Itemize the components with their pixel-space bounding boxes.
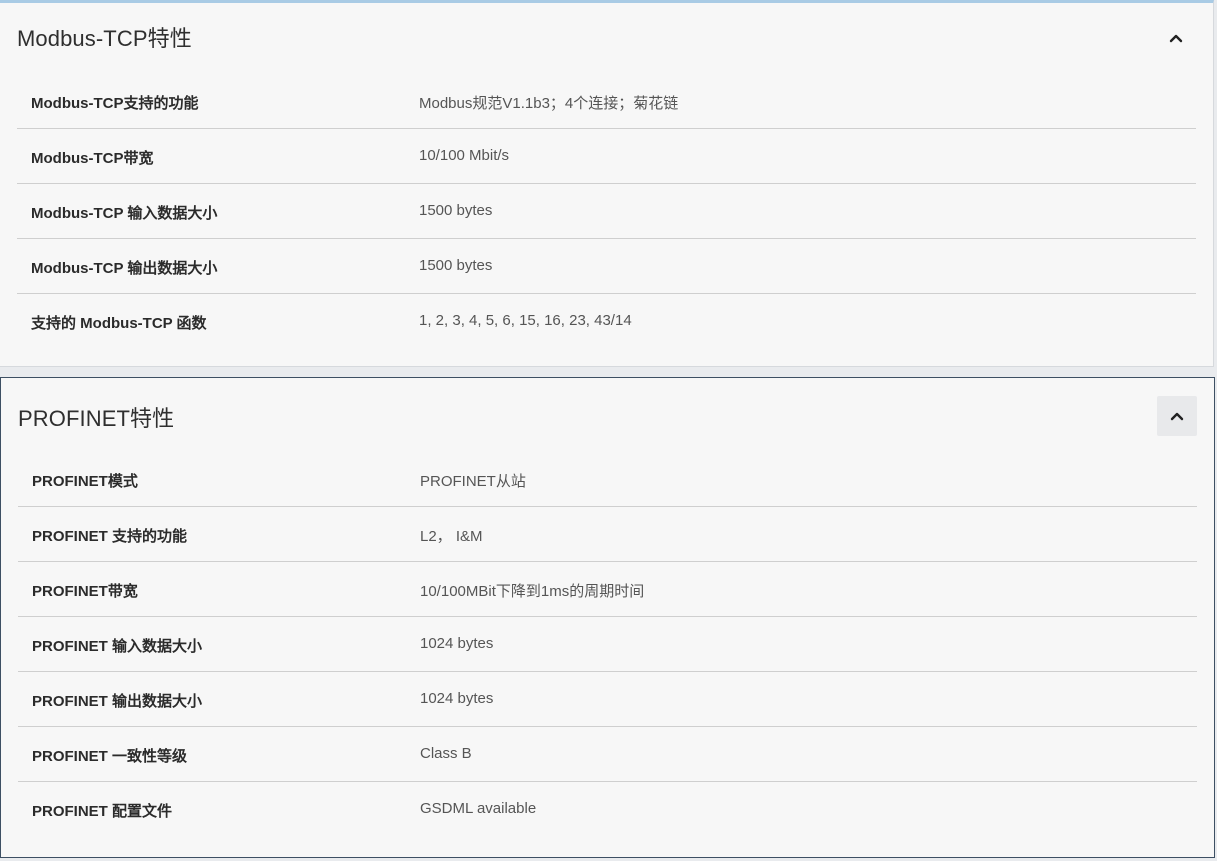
spec-label: Modbus-TCP带宽: [31, 150, 154, 167]
spec-row: PROFINET模式 PROFINET从站: [18, 452, 1197, 507]
spec-label: PROFINET模式: [32, 473, 138, 490]
spec-row: Modbus-TCP带宽 10/100 Mbit/s: [17, 129, 1196, 184]
spec-row: 支持的 Modbus-TCP 函数 1, 2, 3, 4, 5, 6, 15, …: [17, 294, 1196, 349]
spec-value: 1500 bytes: [419, 257, 493, 274]
modbus-tcp-spec-table: Modbus-TCP支持的功能 Modbus规范V1.1b3；4个连接；菊花链 …: [17, 74, 1196, 349]
profinet-panel-title: PROFINET特性: [18, 406, 175, 431]
spec-row: PROFINET 输入数据大小 1024 bytes: [18, 617, 1197, 672]
spec-row: Modbus-TCP 输入数据大小 1500 bytes: [17, 184, 1196, 239]
modbus-tcp-panel-header[interactable]: Modbus-TCP特性: [17, 3, 1213, 73]
spec-label: Modbus-TCP 输出数据大小: [31, 260, 218, 277]
spec-label: PROFINET 一致性等级: [32, 748, 188, 765]
chevron-up-icon: [1169, 33, 1183, 43]
modbus-tcp-collapse-button[interactable]: [1156, 18, 1196, 58]
spec-value: 1024 bytes: [420, 635, 494, 652]
spec-row: Modbus-TCP支持的功能 Modbus规范V1.1b3；4个连接；菊花链: [17, 74, 1196, 129]
chevron-up-icon: [1170, 411, 1184, 421]
spec-value: 1500 bytes: [419, 202, 493, 219]
spec-label: PROFINET 输出数据大小: [32, 693, 203, 710]
spec-value: 1024 bytes: [420, 690, 494, 707]
spec-row: Modbus-TCP 输出数据大小 1500 bytes: [17, 239, 1196, 294]
spec-label: 支持的 Modbus-TCP 函数: [31, 315, 207, 332]
profinet-spec-table: PROFINET模式 PROFINET从站 PROFINET 支持的功能 L2，…: [18, 452, 1197, 837]
spec-value: PROFINET从站: [420, 473, 526, 490]
profinet-panel: PROFINET特性 PROFINET模式 PROFINET从站 PROFINE…: [0, 377, 1215, 858]
modbus-tcp-panel-title: Modbus-TCP特性: [17, 26, 192, 51]
spec-row: PROFINET带宽 10/100MBit下降到1ms的周期时间: [18, 562, 1197, 617]
spec-value: 1, 2, 3, 4, 5, 6, 15, 16, 23, 43/14: [419, 312, 632, 329]
profinet-collapse-button[interactable]: [1157, 396, 1197, 436]
spec-value: GSDML available: [420, 800, 537, 817]
spec-label: Modbus-TCP 输入数据大小: [31, 205, 218, 222]
spec-value: 10/100MBit下降到1ms的周期时间: [420, 583, 645, 600]
spec-row: PROFINET 配置文件 GSDML available: [18, 782, 1197, 837]
spec-label: PROFINET 输入数据大小: [32, 638, 203, 655]
spec-row: PROFINET 一致性等级 Class B: [18, 727, 1197, 782]
spec-page: Modbus-TCP特性 Modbus-TCP支持的功能 Modbus规范V1.…: [0, 0, 1217, 861]
spec-value: Modbus规范V1.1b3；4个连接；菊花链: [419, 95, 679, 112]
spec-label: PROFINET带宽: [32, 583, 138, 600]
spec-row: PROFINET 支持的功能 L2， I&M: [18, 507, 1197, 562]
spec-label: PROFINET 配置文件: [32, 803, 173, 820]
modbus-tcp-panel: Modbus-TCP特性 Modbus-TCP支持的功能 Modbus规范V1.…: [0, 0, 1214, 367]
profinet-panel-header[interactable]: PROFINET特性: [18, 378, 1214, 448]
spec-value: L2， I&M: [420, 528, 483, 545]
spec-label: Modbus-TCP支持的功能: [31, 95, 199, 112]
spec-value: Class B: [420, 745, 472, 762]
spec-row: PROFINET 输出数据大小 1024 bytes: [18, 672, 1197, 727]
spec-label: PROFINET 支持的功能: [32, 528, 188, 545]
spec-value: 10/100 Mbit/s: [419, 147, 510, 164]
